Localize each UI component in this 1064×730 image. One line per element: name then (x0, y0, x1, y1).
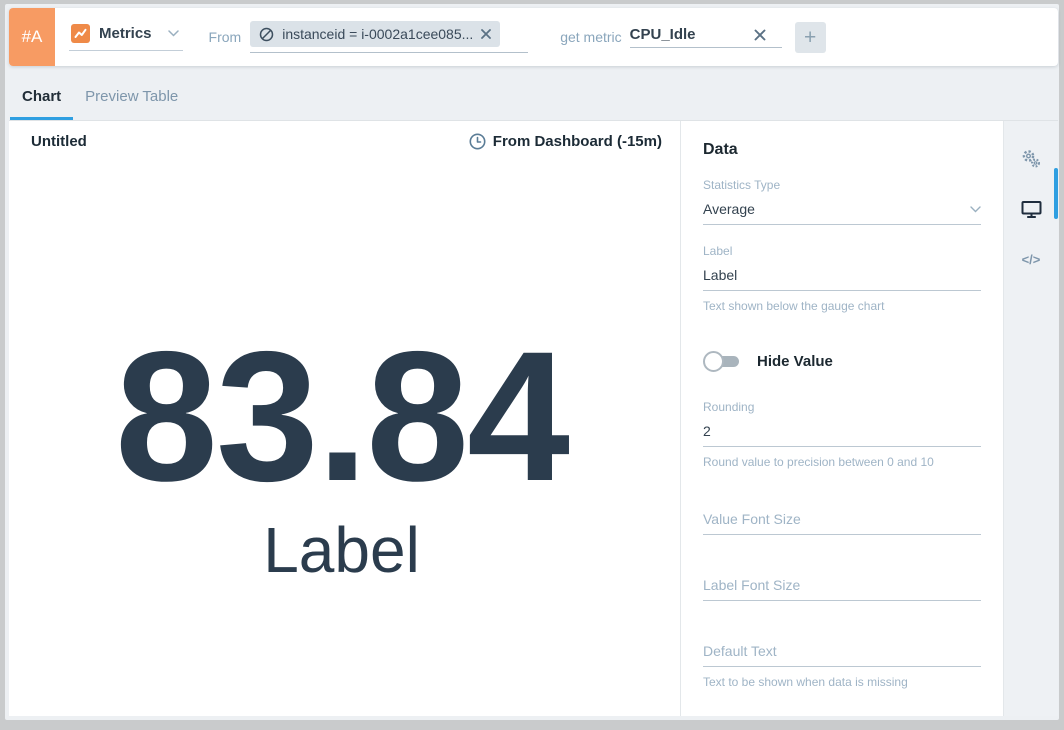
label-field: Label Text shown below the gauge chart (703, 244, 981, 313)
source-type-label: Metrics (99, 25, 152, 42)
metric-field (630, 26, 782, 48)
hide-value-toggle[interactable]: Hide Value (703, 351, 981, 372)
time-range-label: From Dashboard (-15m) (493, 133, 662, 150)
display-icon (1021, 200, 1042, 219)
rail-item-code[interactable]: </> (1004, 234, 1059, 284)
label-field-label: Label (703, 244, 981, 258)
add-query-button[interactable]: + (795, 22, 826, 53)
filter-field[interactable]: instanceid = i-0002a1cee085... (250, 21, 528, 53)
filter-chip-text: instanceid = i-0002a1cee085... (282, 26, 473, 42)
rounding-help-text: Round value to precision between 0 and 1… (703, 455, 981, 469)
rail-item-settings[interactable] (1004, 134, 1059, 184)
query-badge: #A (9, 8, 55, 66)
data-section-heading: Data (703, 141, 981, 159)
label-font-size-input[interactable] (703, 577, 981, 601)
rounding-input[interactable] (703, 423, 981, 447)
clear-metric-icon[interactable] (754, 29, 766, 41)
rail-item-display[interactable] (1004, 184, 1059, 234)
single-stat-gauge: 83.84 Label (21, 325, 662, 582)
label-help-text: Text shown below the gauge chart (703, 299, 981, 313)
chart-header: Untitled From Dashboard (-15m) (21, 133, 662, 150)
source-type-dropdown[interactable]: Metrics (69, 24, 183, 51)
active-rail-indicator (1054, 168, 1058, 219)
default-text-field: Text to be shown when data is missing (703, 643, 981, 689)
label-font-size-field (703, 577, 981, 601)
window-frame: #A Metrics From instanceid = i-0002a1cee… (0, 0, 1064, 730)
panel-switch-rail: </> (1003, 121, 1058, 716)
time-range-control[interactable]: From Dashboard (-15m) (469, 133, 662, 150)
settings-panel: Data Statistics Type Average Label Text … (680, 121, 1003, 716)
remove-filter-icon[interactable] (481, 29, 491, 39)
code-icon: </> (1022, 252, 1041, 267)
editor-tabs: Chart Preview Table (5, 66, 1059, 120)
filter-chip[interactable]: instanceid = i-0002a1cee085... (250, 21, 500, 47)
metric-input[interactable] (630, 26, 748, 43)
gauge-value: 83.84 (115, 325, 568, 510)
gears-icon (1020, 148, 1042, 170)
value-font-size-field (703, 511, 981, 535)
rounding-label: Rounding (703, 400, 981, 414)
statistics-type-select[interactable]: Average (703, 201, 981, 225)
statistics-type-label: Statistics Type (703, 178, 981, 192)
chevron-down-icon (970, 206, 981, 213)
value-font-size-input[interactable] (703, 511, 981, 535)
label-input[interactable] (703, 267, 981, 291)
statistics-type-value: Average (703, 201, 755, 217)
chevron-down-icon (168, 24, 179, 42)
chart-editor-app: #A Metrics From instanceid = i-0002a1cee… (5, 4, 1059, 720)
get-metric-label: get metric (560, 29, 621, 45)
line-chart-icon (71, 24, 90, 43)
chart-preview: Untitled From Dashboard (-15m) 83.84 Lab… (9, 121, 680, 716)
statistics-type-field: Statistics Type Average (703, 178, 981, 225)
default-text-input[interactable] (703, 643, 981, 667)
toggle-switch-icon[interactable] (703, 351, 741, 372)
default-text-help: Text to be shown when data is missing (703, 675, 981, 689)
rounding-field: Rounding Round value to precision betwee… (703, 400, 981, 469)
clock-icon (469, 133, 486, 150)
tab-chart[interactable]: Chart (10, 88, 73, 120)
chart-title: Untitled (21, 133, 87, 150)
gauge-label: Label (263, 518, 420, 582)
circle-slash-icon (259, 27, 274, 42)
hide-value-label: Hide Value (757, 353, 833, 370)
query-builder-bar: #A Metrics From instanceid = i-0002a1cee… (9, 8, 1058, 66)
from-label: From (209, 29, 242, 45)
tab-preview-table[interactable]: Preview Table (73, 88, 190, 120)
editor-content: Untitled From Dashboard (-15m) 83.84 Lab… (9, 120, 1058, 716)
